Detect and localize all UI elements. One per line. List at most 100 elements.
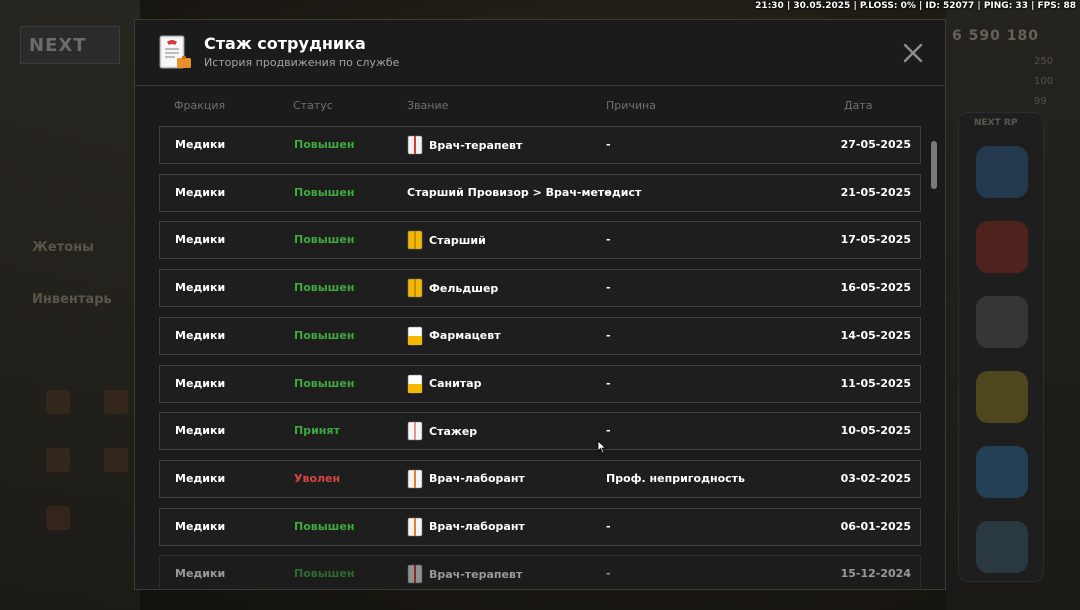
- shop-app-icon[interactable]: [976, 221, 1028, 273]
- status-cell: Повышен: [294, 281, 355, 295]
- reason-cell: -: [606, 138, 611, 151]
- inventory-slot: [46, 390, 70, 414]
- document-badge-icon: [159, 35, 191, 69]
- rank-cell: Фармацевт: [407, 326, 501, 346]
- inventory-slot: [46, 506, 70, 530]
- scrollbar-thumb[interactable]: [931, 141, 937, 189]
- table-row[interactable]: Медики Принят Стажер - 10-05-2025: [159, 412, 921, 451]
- status-cell: Повышен: [294, 328, 355, 342]
- hud-status-bar: 21:30 | 30.05.2025 | P.LOSS: 0% | ID: 52…: [755, 1, 1076, 11]
- rank-cell: Врач-лаборант: [407, 517, 525, 537]
- date-cell: 06-01-2025: [840, 519, 911, 533]
- server-logo: NEXT: [20, 26, 120, 64]
- reason-cell: -: [606, 185, 611, 199]
- taxi-app-icon[interactable]: [976, 371, 1028, 423]
- modal-header: Стаж сотрудника История продвижения по с…: [135, 20, 945, 86]
- fraction-cell: Медики: [175, 471, 226, 485]
- table-row[interactable]: Медики Повышен Фельдшер - 16-05-2025: [159, 269, 921, 308]
- app-shelf-title: NEXT RP: [974, 118, 1018, 128]
- rank-cell: Врач-терапевт: [407, 564, 522, 584]
- status-cell: Повышен: [294, 519, 355, 533]
- status-cell: Повышен: [294, 185, 355, 199]
- reason-cell: -: [606, 567, 611, 581]
- fraction-cell: Медики: [175, 376, 226, 390]
- rank-label: Санитар: [429, 377, 482, 390]
- rank-badge-icon: [407, 278, 423, 298]
- table-row[interactable]: Медики Повышен Врач-терапевт - 15-12-2024: [159, 555, 921, 589]
- date-cell: 15-12-2024: [840, 567, 911, 581]
- table-row[interactable]: Медики Повышен Врач-терапевт - 27-05-2025: [159, 126, 921, 164]
- table-row[interactable]: Медики Повышен Врач-лаборант - 06-01-2025: [159, 507, 921, 546]
- date-cell: 17-05-2025: [840, 233, 911, 247]
- status-cell: Уволен: [294, 471, 341, 485]
- stat-value: 100: [1034, 76, 1054, 87]
- money-display: 6 590 180: [952, 28, 1039, 44]
- date-cell: 16-05-2025: [840, 281, 911, 295]
- reason-cell: -: [606, 519, 611, 533]
- rank-label: Фармацевт: [429, 329, 501, 343]
- fraction-cell: Медики: [175, 138, 226, 151]
- rank-badge-icon: [407, 135, 423, 155]
- employee-service-modal: Стаж сотрудника История продвижения по с…: [134, 19, 946, 590]
- inventory-slot: [104, 448, 128, 472]
- app-icon[interactable]: [976, 446, 1028, 498]
- date-cell: 27-05-2025: [840, 138, 911, 151]
- rank-label: Врач-терапевт: [429, 138, 523, 152]
- inventory-label: Инвентарь: [32, 292, 112, 307]
- service-history-table[interactable]: Медики Повышен Врач-терапевт -27-05-2025 Мед…: [159, 126, 921, 589]
- rank-label: Стажер: [429, 424, 478, 438]
- rank-cell: Санитар: [407, 374, 481, 394]
- app-icon[interactable]: [976, 146, 1028, 198]
- rank-label: Врач-лаборант: [429, 472, 525, 486]
- app-icon[interactable]: [976, 521, 1028, 573]
- table-row[interactable]: Медики Уволен Врач-лаборант Проф. непригодн…: [159, 459, 921, 498]
- rank-label: Фельдшер: [429, 281, 499, 295]
- column-header-rank: Звание: [407, 99, 449, 112]
- fraction-cell: Медики: [175, 519, 226, 533]
- column-header-fraction: Фракция: [174, 99, 226, 112]
- reason-cell: -: [606, 281, 611, 295]
- rank-cell: Врач-лаборант: [407, 469, 525, 489]
- date-cell: 03-02-2025: [840, 471, 911, 485]
- close-icon[interactable]: [901, 41, 925, 65]
- table-row[interactable]: Медики Повышен Старший - 17-05-2025: [159, 221, 921, 260]
- date-cell: 11-05-2025: [840, 376, 911, 390]
- modal-subtitle: История продвижения по службе: [204, 56, 400, 69]
- app-icon[interactable]: [976, 296, 1028, 348]
- reason-cell: Проф. непригодность: [606, 471, 745, 485]
- table-row[interactable]: Медики Повышен Фармацевт - 14-05-2025: [159, 316, 921, 355]
- rank-cell: Фельдшер: [407, 278, 498, 298]
- column-header-status: Статус: [293, 99, 333, 112]
- inventory-slot: [46, 448, 70, 472]
- stat-value: 250: [1034, 56, 1054, 67]
- status-cell: Повышен: [294, 567, 355, 581]
- fraction-cell: Медики: [175, 233, 226, 247]
- reason-cell: -: [606, 424, 611, 438]
- status-cell: Повышен: [294, 233, 355, 247]
- status-cell: Повышен: [294, 376, 355, 390]
- fraction-cell: Медики: [175, 185, 226, 199]
- mouse-cursor-icon: [597, 440, 607, 454]
- rank-badge-icon: [407, 374, 423, 393]
- fraction-cell: Медики: [175, 281, 226, 295]
- reason-cell: -: [606, 328, 611, 342]
- rank-label: Врач-терапевт: [429, 567, 523, 581]
- rank-label: Старший: [429, 233, 486, 247]
- column-header-date: Дата: [844, 99, 873, 112]
- date-cell: 10-05-2025: [840, 424, 911, 438]
- fraction-cell: Медики: [175, 424, 226, 438]
- rank-cell: Врач-терапевт: [407, 135, 522, 155]
- fraction-cell: Медики: [175, 328, 226, 342]
- inventory-slot: [104, 390, 128, 414]
- tokens-label: Жетоны: [32, 240, 94, 255]
- table-row[interactable]: Медики Повышен Санитар - 11-05-2025: [159, 364, 921, 403]
- table-row[interactable]: Медики Повышен Старший Провизор > Врач-мет…: [159, 173, 921, 212]
- fraction-cell: Медики: [175, 567, 226, 581]
- status-cell: Повышен: [294, 138, 355, 151]
- date-cell: 14-05-2025: [840, 328, 911, 342]
- date-cell: 21-05-2025: [840, 185, 911, 199]
- rank-badge-icon: [407, 564, 423, 584]
- rank-badge-icon: [407, 469, 423, 489]
- modal-title: Стаж сотрудника: [204, 34, 366, 53]
- rank-label: Врач-лаборант: [429, 520, 525, 534]
